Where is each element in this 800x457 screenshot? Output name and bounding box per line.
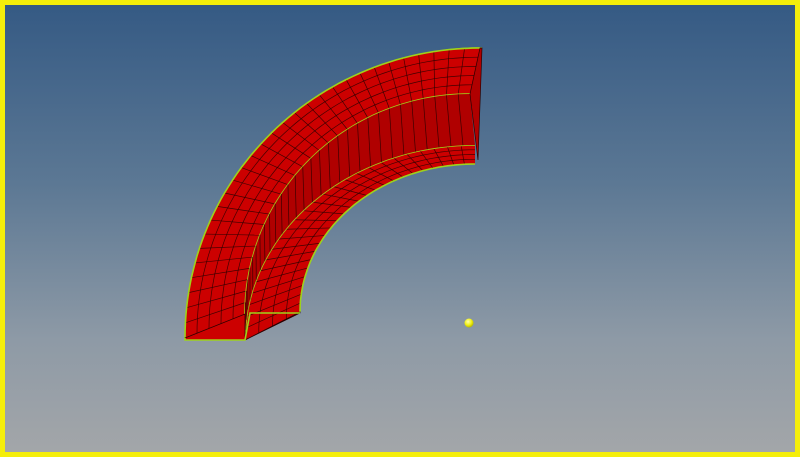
graphics-viewport[interactable]	[0, 0, 800, 457]
model-scene[interactable]	[5, 5, 795, 452]
sphere-marker-icon[interactable]	[464, 318, 474, 328]
